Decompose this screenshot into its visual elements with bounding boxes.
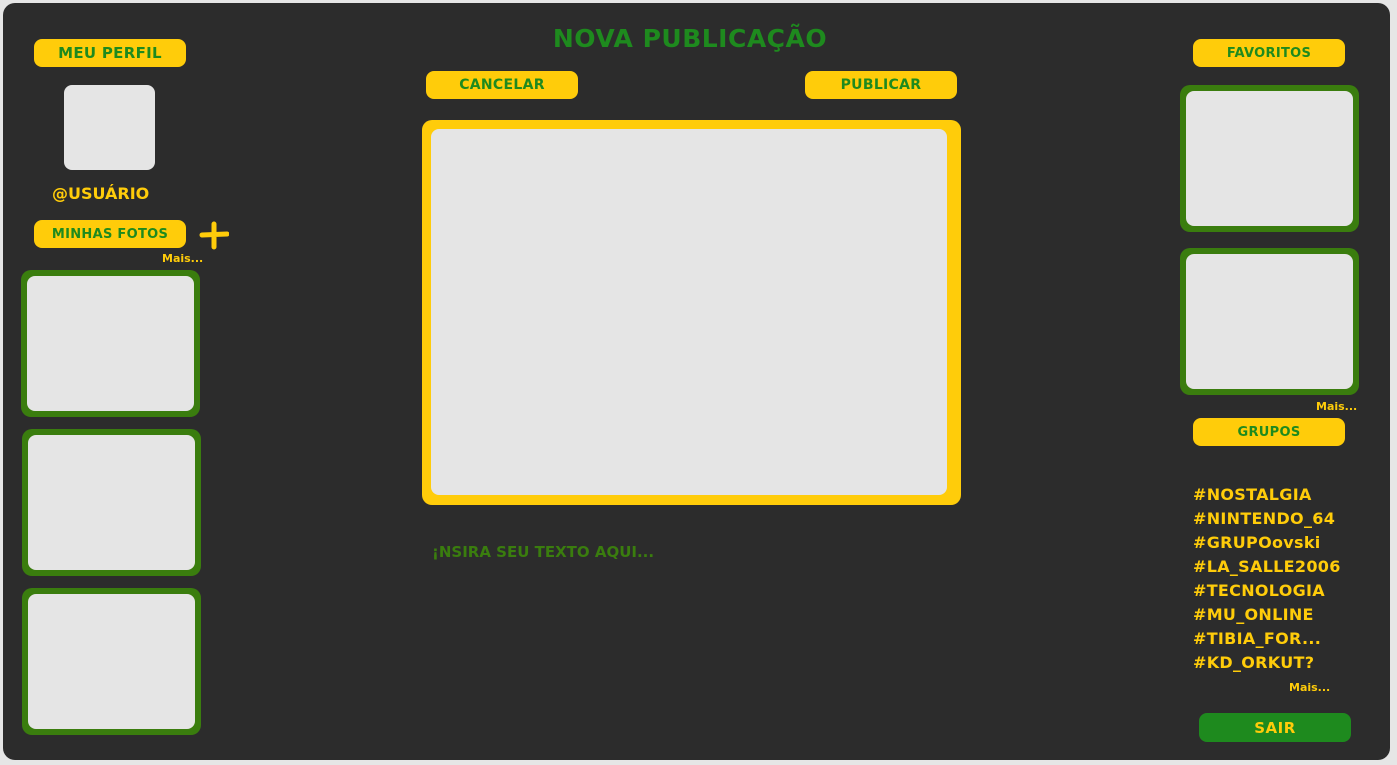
group-link[interactable]: #LA_SALLE2006: [1193, 555, 1383, 579]
post-text-input[interactable]: [428, 539, 928, 565]
photo-thumb[interactable]: [21, 270, 200, 417]
photo-placeholder: [27, 276, 194, 411]
photo-thumb[interactable]: [22, 429, 201, 576]
avatar[interactable]: [64, 85, 155, 170]
plus-icon[interactable]: [199, 220, 230, 250]
post-image-placeholder[interactable]: [431, 129, 947, 495]
favorite-placeholder: [1186, 254, 1353, 389]
photo-thumb[interactable]: [22, 588, 201, 735]
group-link[interactable]: #MU_ONLINE: [1193, 603, 1383, 627]
group-link[interactable]: #NINTENDO_64: [1193, 507, 1383, 531]
group-link[interactable]: #GRUPOovski: [1193, 531, 1383, 555]
photo-placeholder: [28, 435, 195, 570]
page-title: NOVA PUBLICAÇÃO: [552, 24, 828, 53]
group-link[interactable]: #TECNOLOGIA: [1193, 579, 1383, 603]
my-profile-button[interactable]: MEU PERFIL: [34, 39, 186, 67]
cancel-button[interactable]: CANCELAR: [426, 71, 578, 99]
logout-button[interactable]: SAIR: [1199, 713, 1351, 742]
favorite-thumb[interactable]: [1180, 248, 1359, 395]
groups-more-link[interactable]: Mais...: [1289, 681, 1339, 697]
favorites-more-link[interactable]: Mais...: [1316, 400, 1366, 416]
post-image-frame[interactable]: [422, 120, 961, 505]
username[interactable]: @USUÁRIO: [52, 184, 182, 208]
group-link[interactable]: #NOSTALGIA: [1193, 483, 1383, 507]
favorite-thumb[interactable]: [1180, 85, 1359, 232]
group-link[interactable]: #KD_ORKUT?: [1193, 651, 1383, 675]
groups-button[interactable]: GRUPOS: [1193, 418, 1345, 446]
publish-button[interactable]: PUBLICAR: [805, 71, 957, 99]
photos-more-link[interactable]: Mais...: [162, 252, 212, 268]
groups-list: #NOSTALGIA #NINTENDO_64 #GRUPOovski #LA_…: [1193, 483, 1383, 677]
favorite-placeholder: [1186, 91, 1353, 226]
photo-placeholder: [28, 594, 195, 729]
favorites-button[interactable]: FAVORITOS: [1193, 39, 1345, 67]
my-photos-button[interactable]: MINHAS FOTOS: [34, 220, 186, 248]
group-link[interactable]: #TIBIA_FOR...: [1193, 627, 1383, 651]
